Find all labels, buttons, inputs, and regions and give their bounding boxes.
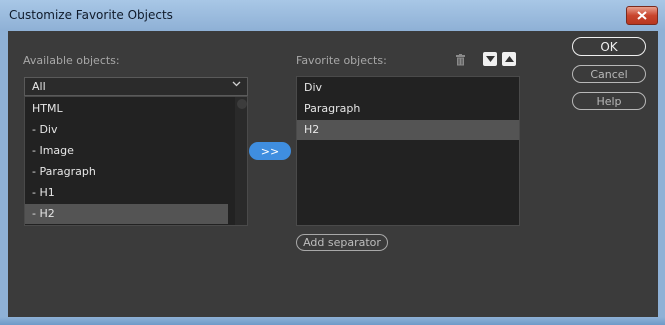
close-x-icon — [637, 11, 647, 20]
category-dropdown[interactable]: All — [24, 77, 248, 96]
move-up-button[interactable] — [502, 52, 516, 66]
move-down-button[interactable] — [483, 52, 497, 66]
window-title: Customize Favorite Objects — [9, 8, 173, 22]
list-item-div[interactable]: - Div — [25, 120, 231, 140]
available-objects-label: Available objects: — [23, 54, 120, 67]
favorite-item-paragraph[interactable]: Paragraph — [297, 99, 519, 119]
add-to-favorites-button[interactable]: >> — [249, 142, 291, 160]
trash-icon[interactable] — [455, 54, 466, 66]
help-button[interactable]: Help — [572, 92, 646, 110]
cancel-button[interactable]: Cancel — [572, 65, 646, 83]
window-bottom-border — [0, 317, 665, 325]
ok-button[interactable]: OK — [572, 37, 646, 56]
dialog-window: Customize Favorite Objects Available obj… — [0, 0, 665, 325]
chevron-down-icon — [232, 81, 241, 87]
list-item-html[interactable]: HTML — [25, 99, 231, 119]
list-scrollbar[interactable] — [235, 97, 247, 225]
favorite-objects-list[interactable]: Div Paragraph H2 — [296, 76, 520, 226]
available-objects-list[interactable]: HTML - Div - Image - Paragraph - H1 - H2 — [24, 96, 248, 226]
dialog-body: Available objects: All HTML - Div - Imag… — [8, 31, 658, 317]
close-button[interactable] — [626, 6, 658, 25]
triangle-down-icon — [485, 56, 495, 62]
add-separator-button[interactable]: Add separator — [296, 234, 388, 251]
list-item-h1[interactable]: - H1 — [25, 183, 231, 203]
list-item-paragraph[interactable]: - Paragraph — [25, 162, 231, 182]
list-item-h2[interactable]: - H2 — [25, 204, 228, 224]
triangle-up-icon — [504, 56, 514, 62]
list-item-image[interactable]: - Image — [25, 141, 231, 161]
category-dropdown-value: All — [32, 80, 46, 93]
favorite-item-h2[interactable]: H2 — [297, 120, 519, 140]
favorite-objects-label: Favorite objects: — [296, 54, 387, 67]
favorite-item-div[interactable]: Div — [297, 78, 519, 98]
scrollbar-thumb[interactable] — [237, 99, 247, 109]
title-bar: Customize Favorite Objects — [0, 0, 665, 30]
